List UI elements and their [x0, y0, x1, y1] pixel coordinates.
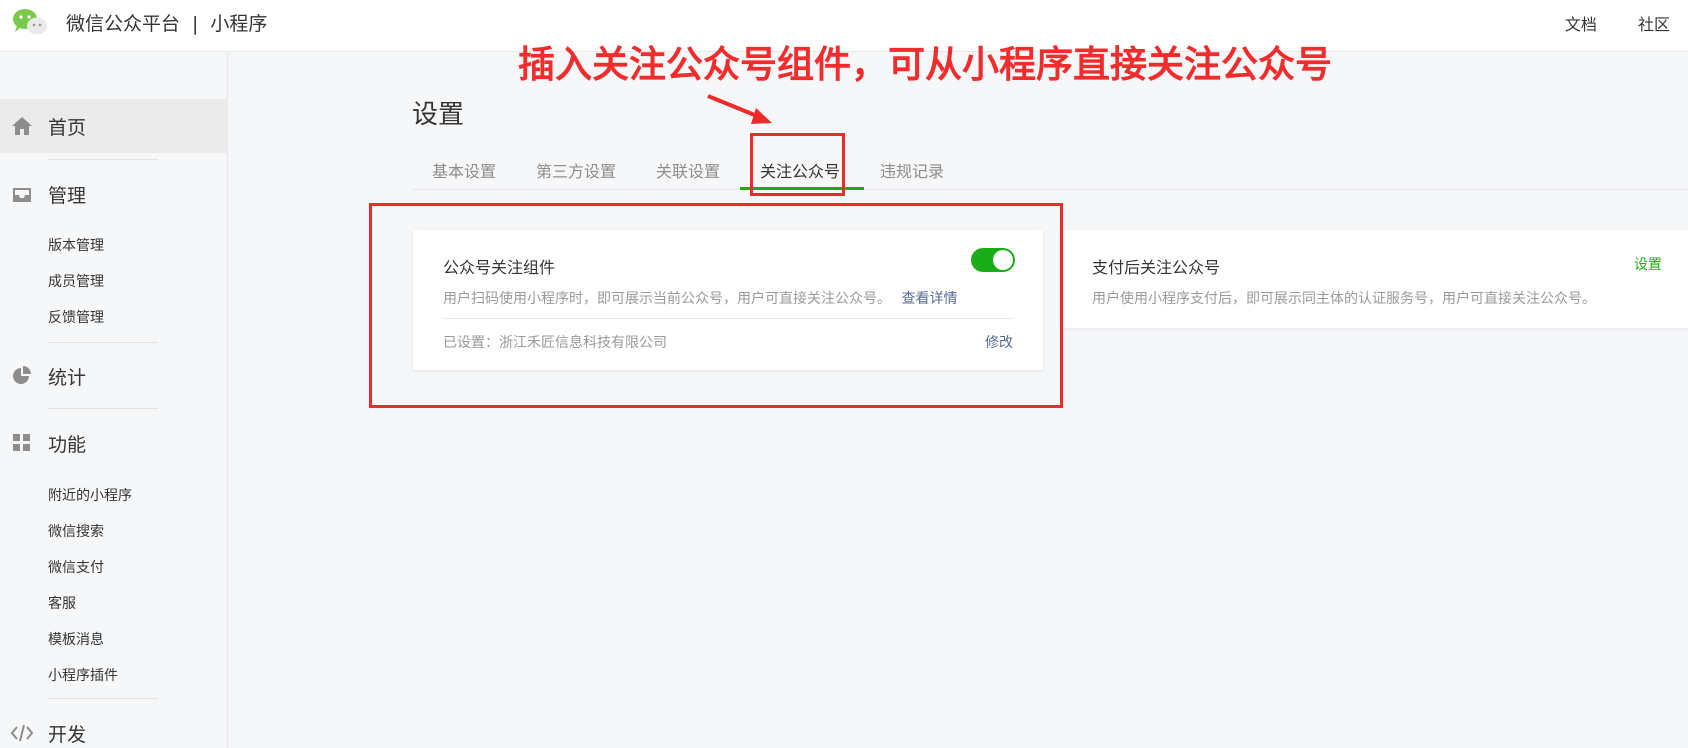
- sidebar-item-label: 开发: [48, 724, 87, 746]
- code-icon: [11, 724, 33, 742]
- sidebar-item-wechat-search[interactable]: 微信搜索: [48, 521, 104, 541]
- annotation-caption: 插入关注公众号组件，可从小程序直接关注公众号: [518, 43, 1332, 86]
- tab-violation-records[interactable]: 违规记录: [880, 158, 944, 182]
- annotation-arrow-icon: [707, 94, 772, 124]
- wechat-logo-icon: [13, 9, 47, 35]
- tab-link-settings[interactable]: 关联设置: [656, 158, 720, 182]
- sidebar-item-nearby-miniprogram[interactable]: 附近的小程序: [48, 485, 132, 505]
- sidebar-item-version-manage[interactable]: 版本管理: [48, 235, 104, 255]
- sidebar: 首页 管理 版本管理 成员管理 反馈管理 统计 功能 附近的小程序 微信搜索 微…: [0, 52, 228, 748]
- community-link[interactable]: 社区: [1638, 15, 1670, 34]
- docs-link[interactable]: 文档: [1565, 15, 1597, 34]
- sidebar-item-member-manage[interactable]: 成员管理: [48, 271, 104, 291]
- page-title: 设置: [412, 100, 465, 130]
- grid-icon: [13, 434, 30, 451]
- sidebar-divider: [48, 408, 158, 409]
- pie-chart-icon: [13, 366, 31, 384]
- tab-third-party-settings[interactable]: 第三方设置: [536, 158, 616, 182]
- card-title: 支付后关注公众号: [1092, 258, 1221, 277]
- product-name: 小程序: [210, 13, 268, 35]
- sidebar-item-customer-service[interactable]: 客服: [48, 593, 76, 613]
- brand-title[interactable]: 微信公众平台 | 小程序: [66, 9, 267, 36]
- sidebar-divider: [48, 698, 158, 699]
- brand-separator: |: [192, 13, 199, 35]
- sidebar-item-miniprogram-plugin[interactable]: 小程序插件: [48, 665, 118, 685]
- sidebar-item-template-message[interactable]: 模板消息: [48, 629, 104, 649]
- setting-link[interactable]: 设置: [1634, 254, 1662, 274]
- brand-name: 微信公众平台: [66, 13, 181, 35]
- sidebar-item-develop[interactable]: 开发: [0, 706, 228, 748]
- annotation-card-highlight: [369, 203, 1063, 408]
- sidebar-item-stats[interactable]: 统计: [0, 349, 228, 403]
- settings-tabs: 基本设置 第三方设置 关联设置 关注公众号 违规记录: [412, 146, 1688, 190]
- sidebar-item-features[interactable]: 功能: [0, 416, 228, 470]
- sidebar-divider: [48, 159, 158, 160]
- inbox-icon: [13, 188, 31, 202]
- sidebar-item-label: 统计: [48, 367, 87, 389]
- pay-follow-card: 支付后关注公众号 设置 用户使用小程序支付后，即可展示同主体的认证服务号，用户可…: [1062, 230, 1688, 328]
- tab-basic-settings[interactable]: 基本设置: [432, 158, 496, 182]
- sidebar-item-manage[interactable]: 管理: [0, 167, 228, 221]
- card-description: 用户使用小程序支付后，即可展示同主体的认证服务号，用户可直接关注公众号。: [1092, 291, 1596, 307]
- sidebar-item-home[interactable]: 首页: [0, 99, 228, 153]
- home-icon: [12, 117, 32, 135]
- sidebar-item-label: 首页: [48, 117, 87, 139]
- sidebar-divider: [48, 342, 158, 343]
- sidebar-item-wechat-pay[interactable]: 微信支付: [48, 557, 104, 577]
- sidebar-item-feedback-manage[interactable]: 反馈管理: [48, 307, 104, 327]
- sidebar-item-label: 功能: [48, 434, 87, 456]
- top-links: 文档 社区: [1529, 11, 1670, 35]
- annotation-tab-highlight: [750, 133, 845, 196]
- sidebar-item-label: 管理: [48, 185, 87, 207]
